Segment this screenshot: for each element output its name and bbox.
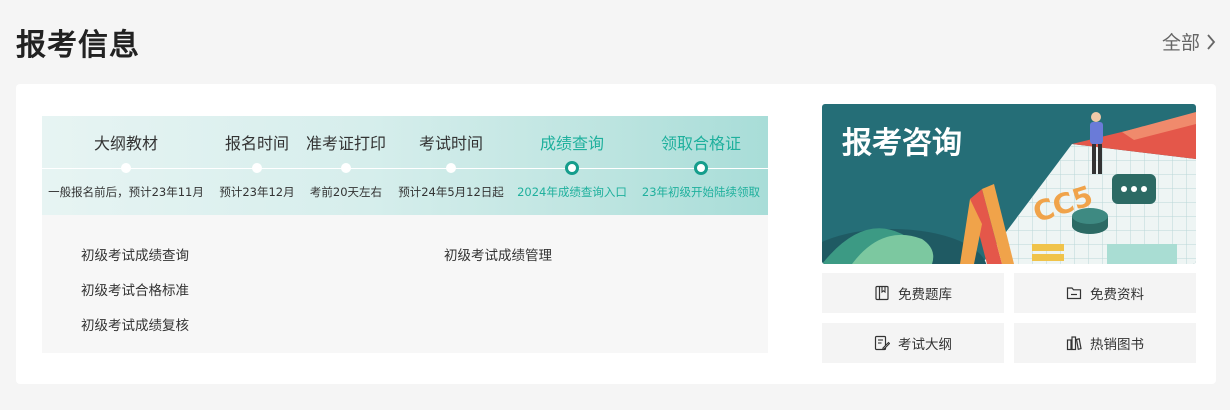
books-icon — [1066, 336, 1082, 351]
consultation-banner[interactable]: CC5 报考咨询 — [822, 104, 1196, 264]
link-pass-standard[interactable]: 初级考试合格标准 — [81, 279, 189, 299]
book-icon — [875, 285, 889, 301]
exam-info-card: 大纲教材 一般报名前后，预计23年11月 报名时间 预计23年12月 准考证打印… — [16, 84, 1216, 384]
step-dot — [341, 163, 351, 173]
step-dot — [446, 163, 456, 173]
quick-button-label: 免费题库 — [898, 287, 952, 303]
folder-icon — [1066, 287, 1082, 300]
page-title: 报考信息 — [16, 28, 140, 63]
view-all-label: 全部 — [1161, 32, 1200, 54]
link-score-management[interactable]: 初级考试成绩管理 — [444, 244, 552, 264]
edit-document-icon — [874, 335, 890, 351]
quick-button-label: 热销图书 — [1090, 337, 1144, 353]
step-label: 领取合格证 — [660, 134, 741, 153]
banner-title: 报考咨询 — [842, 126, 962, 161]
free-question-bank-button[interactable]: 免费题库 — [822, 273, 1004, 313]
step-dot-active — [565, 161, 579, 175]
timeline-band: 大纲教材 一般报名前后，预计23年11月 报名时间 预计23年12月 准考证打印… — [42, 116, 768, 215]
quick-button-label: 免费资料 — [1090, 287, 1144, 303]
score-links-list: 初级考试成绩查询 初级考试合格标准 初级考试成绩复核 初级考试成绩管理 — [42, 215, 768, 353]
timeline-step-certificate[interactable]: 领取合格证 23年初级开始陆续领取 — [621, 116, 781, 215]
chevron-right-icon — [1207, 33, 1216, 50]
bestselling-books-button[interactable]: 热销图书 — [1014, 323, 1196, 363]
step-desc: 23年初级开始陆续领取 — [641, 185, 761, 199]
consultation-banner-art: CC5 报考咨询 — [822, 104, 1196, 264]
free-materials-button[interactable]: 免费资料 — [1014, 273, 1196, 313]
step-dot — [252, 163, 262, 173]
quick-button-label: 考试大纲 — [898, 337, 952, 353]
step-dot-active — [694, 161, 708, 175]
step-dot — [121, 163, 131, 173]
view-all-link[interactable]: 全部 — [1162, 28, 1216, 55]
exam-timeline-panel: 大纲教材 一般报名前后，预计23年11月 报名时间 预计23年12月 准考证打印… — [42, 116, 768, 353]
link-score-review[interactable]: 初级考试成绩复核 — [81, 314, 189, 334]
exam-syllabus-button[interactable]: 考试大纲 — [822, 323, 1004, 363]
link-score-query[interactable]: 初级考试成绩查询 — [81, 244, 189, 264]
